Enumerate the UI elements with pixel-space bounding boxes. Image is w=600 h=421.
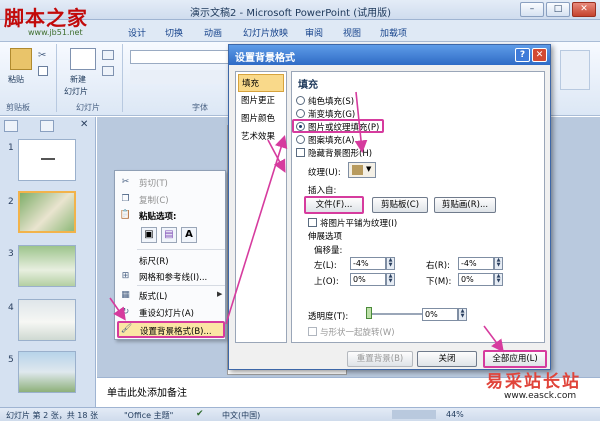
- arrow-to-dialog: [225, 134, 288, 325]
- watermark-url: www.easck.com: [504, 391, 577, 401]
- annotation-arrows: [109, 91, 504, 353]
- arrow-to-menu-item: [109, 297, 126, 321]
- arrow-to-apply-all: [483, 325, 504, 353]
- watermark-logo: 易采站长站: [486, 372, 581, 392]
- arrow-picture-to-texture: [354, 91, 368, 154]
